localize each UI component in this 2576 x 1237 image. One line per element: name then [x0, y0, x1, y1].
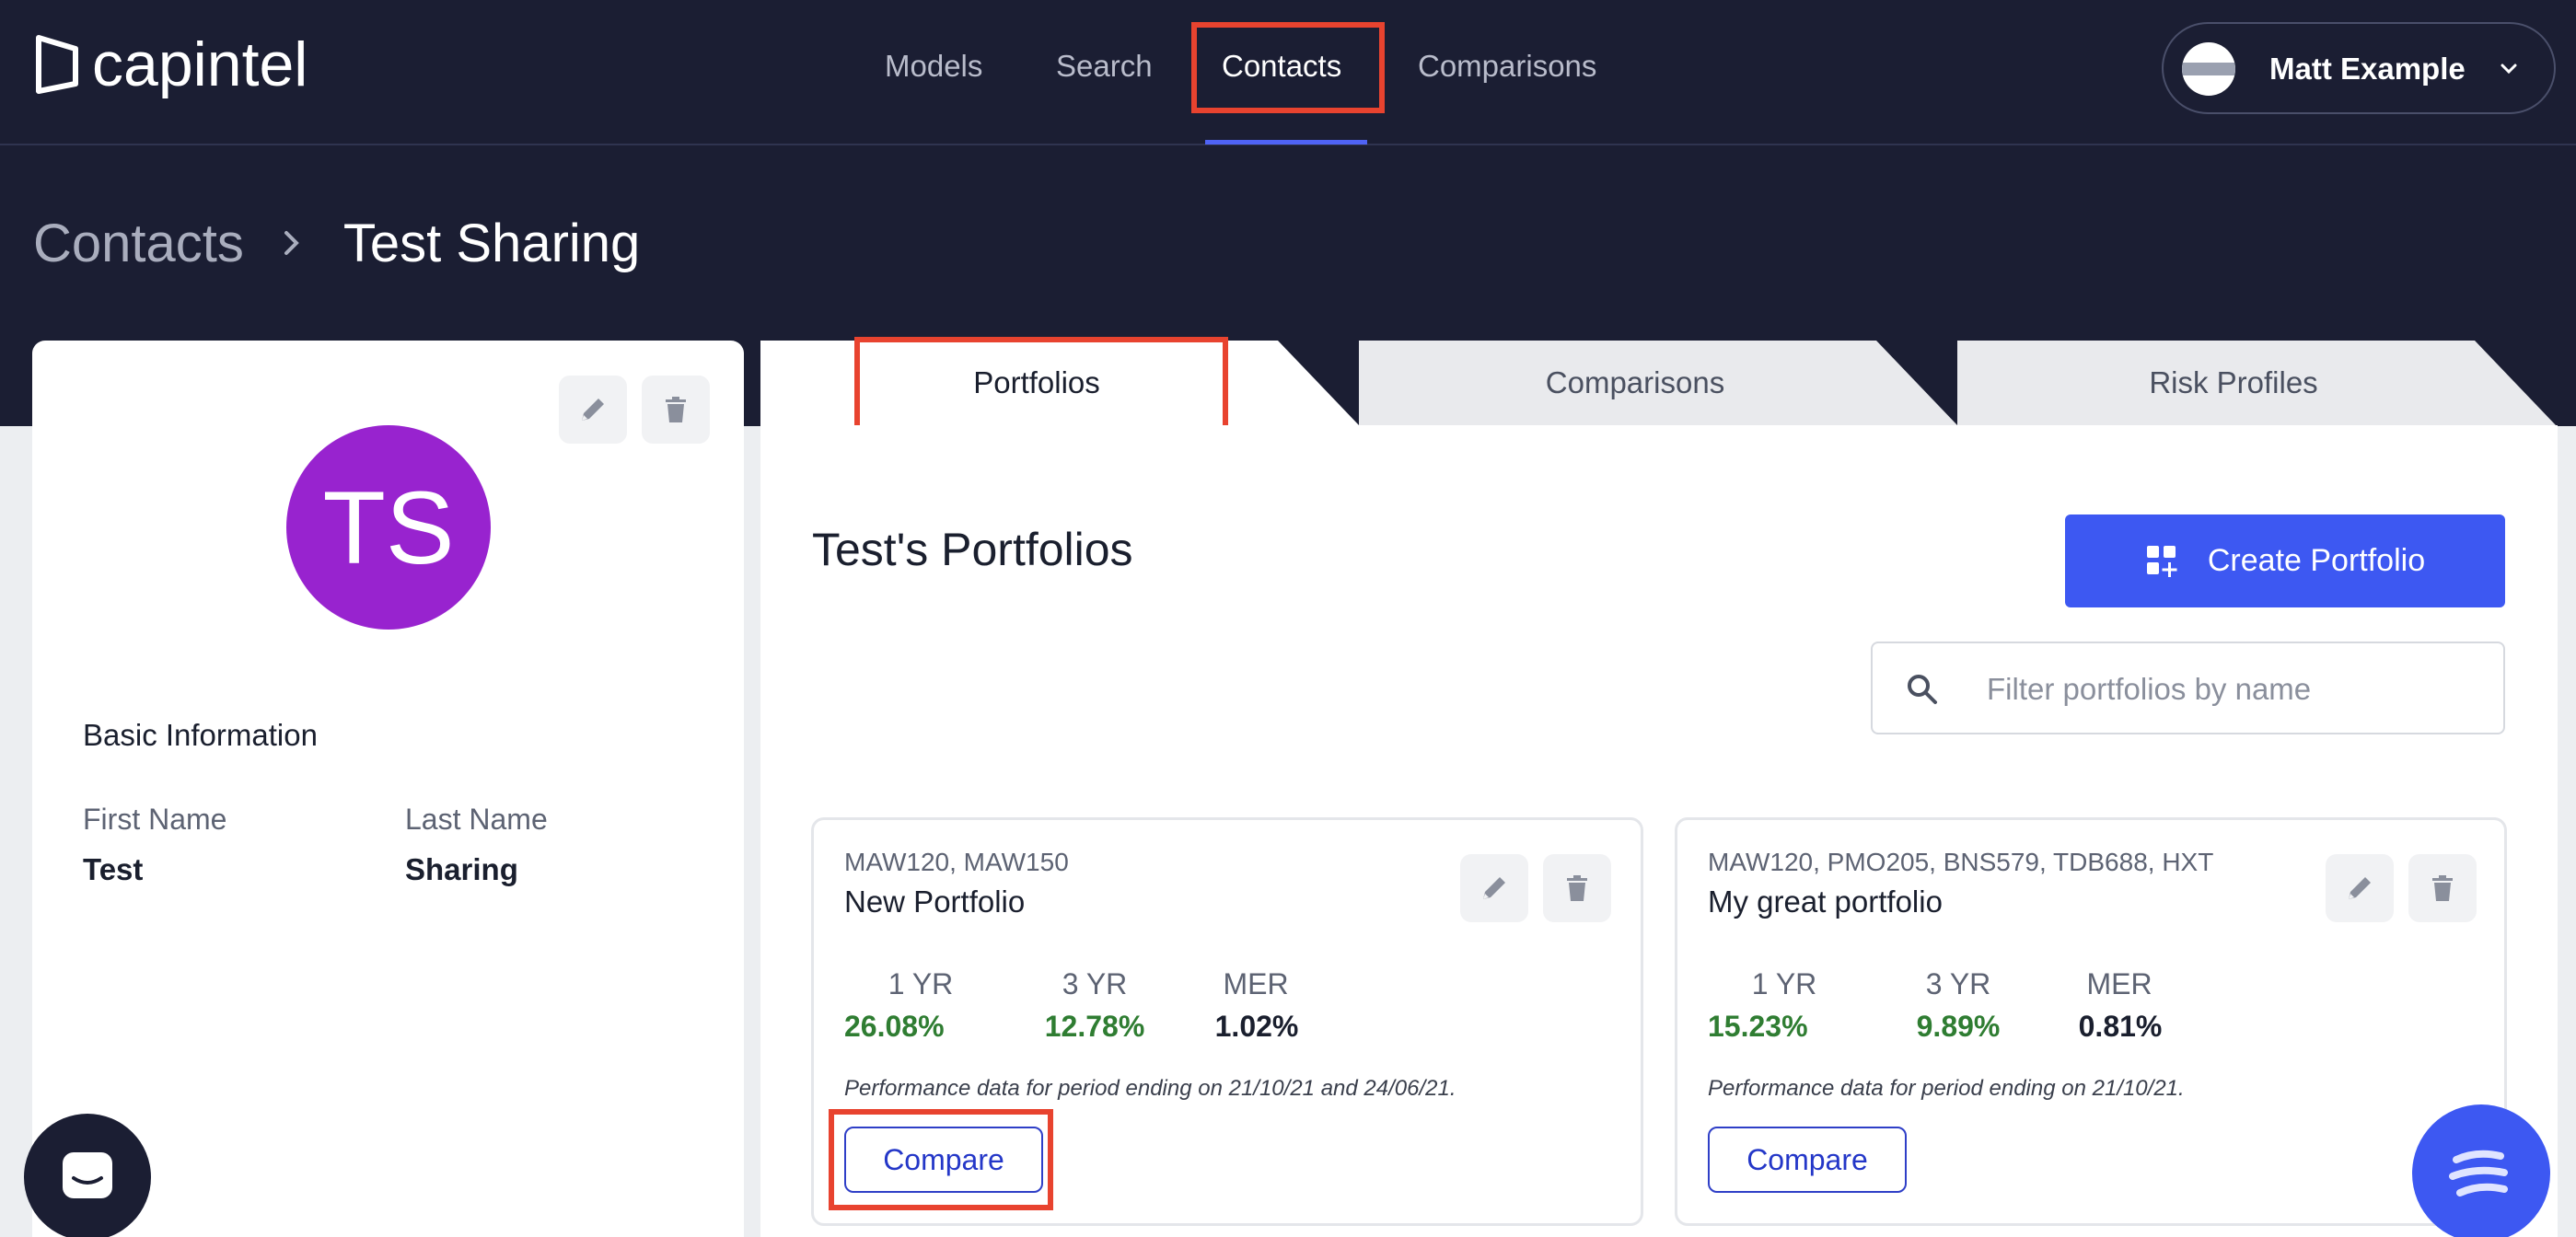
chevron-down-icon	[2501, 64, 2517, 75]
last-name-value: Sharing	[405, 852, 518, 886]
first-name-value: Test	[83, 852, 144, 886]
compare-button[interactable]: Compare	[1708, 1127, 1907, 1193]
edit-portfolio-button[interactable]	[1460, 854, 1528, 922]
last-name-label: Last Name	[405, 803, 548, 836]
pencil-icon	[2349, 877, 2371, 899]
nav-search[interactable]: Search	[1056, 39, 1153, 94]
assistant-launcher-button[interactable]	[2412, 1104, 2550, 1237]
metric-value-3yr: 12.78%	[1044, 1010, 1145, 1043]
portfolio-card[interactable]: MAW120, PMO205, BNS579, TDB688, HXT My g…	[1675, 817, 2507, 1226]
portfolio-codes: MAW120, PMO205, BNS579, TDB688, HXT	[1708, 848, 2214, 876]
metric-label-1yr: 1 YR	[888, 967, 954, 1000]
nav-active-indicator	[1205, 140, 1367, 145]
metric-value-1yr: 26.08%	[844, 1010, 945, 1043]
metric-label-mer: MER	[1223, 967, 1289, 1000]
delete-portfolio-button[interactable]	[1543, 854, 1611, 922]
edit-contact-button[interactable]	[559, 376, 627, 444]
portfolios-heading: Test's Portfolios	[812, 524, 1133, 575]
page-title: Test Sharing	[342, 213, 641, 273]
metric-label-1yr: 1 YR	[1751, 967, 1817, 1000]
tab-label-risk-profiles: Risk Profiles	[2149, 365, 2318, 399]
performance-note: Performance data for period ending on 21…	[1708, 1076, 2185, 1101]
pencil-icon	[582, 399, 604, 421]
logo[interactable]: capintel	[35, 29, 308, 99]
chat-icon	[63, 1152, 112, 1198]
breadcrumb: Contacts Test Sharing	[33, 210, 640, 276]
portfolio-name[interactable]: New Portfolio	[844, 884, 1025, 919]
metric-label-3yr: 3 YR	[1925, 967, 1991, 1000]
filter-field[interactable]	[1871, 642, 2505, 734]
create-portfolio-button[interactable]: Create Portfolio	[2065, 514, 2505, 607]
edit-portfolio-button[interactable]	[2326, 854, 2394, 922]
performance-note: Performance data for period ending on 21…	[844, 1076, 1456, 1101]
assistant-icon	[2449, 1150, 2508, 1197]
filter-portfolios-input[interactable]	[1987, 662, 2484, 717]
contact-avatar: TS	[286, 425, 491, 630]
chat-launcher-button[interactable]	[24, 1114, 151, 1237]
highlight-contacts-nav	[1191, 22, 1385, 113]
nav-models[interactable]: Models	[885, 39, 982, 94]
search-icon	[1908, 675, 1937, 704]
metric-label-mer: MER	[2086, 967, 2152, 1000]
trash-icon	[2432, 875, 2453, 901]
basic-info-heading: Basic Information	[83, 718, 318, 752]
metric-value-mer: 1.02%	[1214, 1010, 1299, 1043]
user-menu[interactable]: Matt Example	[2162, 22, 2556, 114]
highlight-compare-button	[829, 1109, 1053, 1210]
breadcrumb-parent[interactable]: Contacts	[33, 213, 244, 274]
logo-mark-icon	[36, 35, 78, 94]
avatar	[2182, 42, 2235, 96]
portfolio-name[interactable]: My great portfolio	[1708, 884, 1943, 919]
metric-value-1yr: 15.23%	[1708, 1010, 1808, 1043]
pencil-icon	[1483, 877, 1505, 899]
nav-comparisons[interactable]: Comparisons	[1418, 39, 1596, 94]
metric-value-mer: 0.81%	[2078, 1010, 2163, 1043]
metric-label-3yr: 3 YR	[1062, 967, 1128, 1000]
portfolio-codes: MAW120, MAW150	[844, 848, 1069, 876]
logo-text: capintel	[92, 29, 308, 99]
delete-portfolio-button[interactable]	[2408, 854, 2477, 922]
highlight-portfolios-tab	[854, 337, 1228, 433]
grid-plus-icon	[2146, 545, 2177, 577]
metric-value-3yr: 9.89%	[1916, 1010, 2001, 1043]
first-name-label: First Name	[83, 803, 227, 836]
trash-icon	[666, 397, 686, 422]
trash-icon	[1567, 875, 1587, 901]
tab-label-comparisons: Comparisons	[1545, 365, 1725, 399]
create-portfolio-label: Create Portfolio	[2207, 543, 2426, 578]
contact-card: TS Basic Information First Name Test Las…	[32, 341, 744, 1237]
chevron-right-icon	[284, 231, 299, 255]
user-name: Matt Example	[2269, 52, 2466, 86]
delete-contact-button[interactable]	[642, 376, 710, 444]
